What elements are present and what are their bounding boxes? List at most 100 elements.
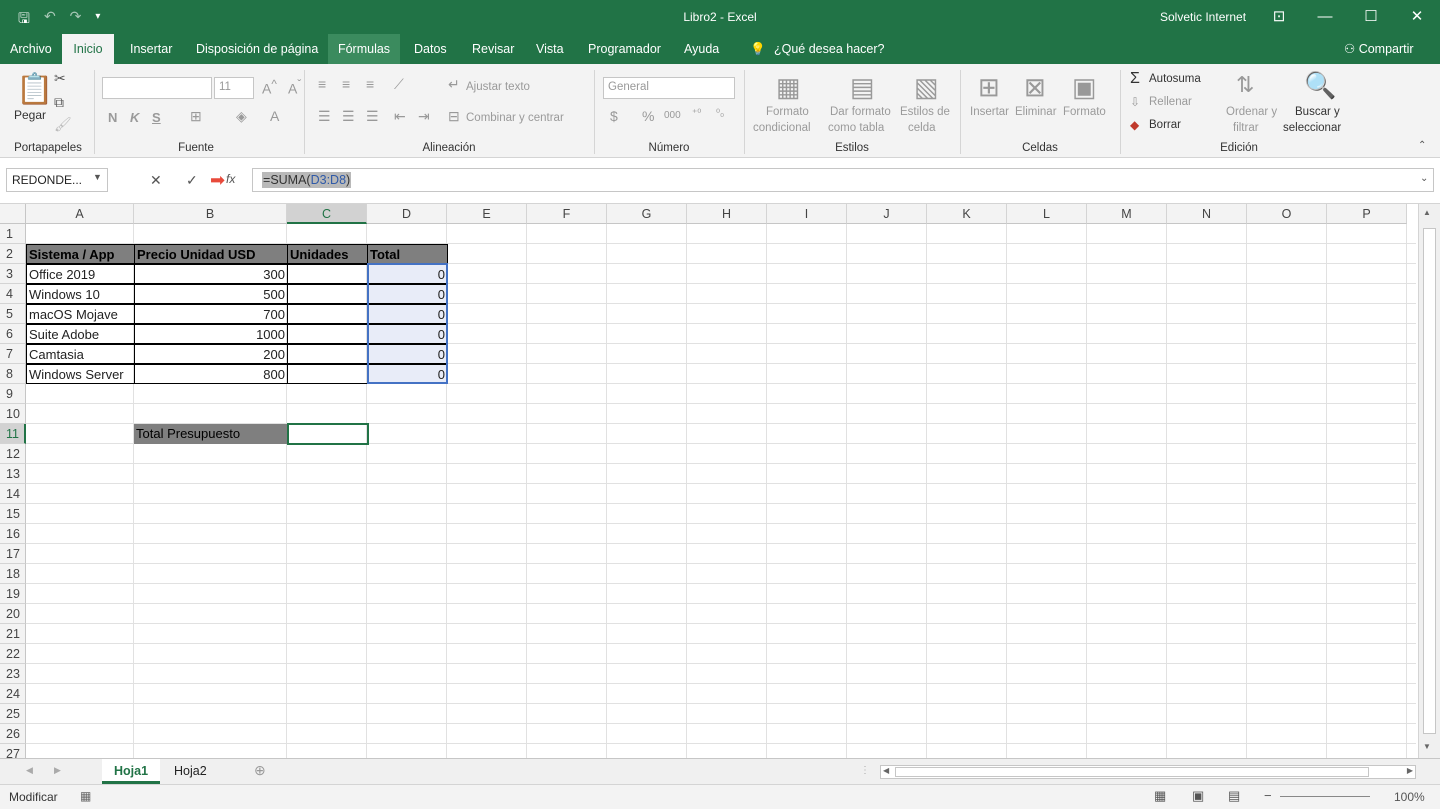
- cell-styles-line1[interactable]: Estilos de: [900, 106, 950, 118]
- cancel-icon[interactable]: ✕: [150, 172, 162, 189]
- eraser-icon[interactable]: ◆: [1130, 118, 1139, 132]
- paste-button[interactable]: Pegar: [14, 108, 46, 122]
- row-header-14[interactable]: 14: [0, 484, 26, 504]
- sort-filter-line2[interactable]: filtrar: [1233, 122, 1259, 134]
- find-select-line2[interactable]: seleccionar: [1283, 122, 1341, 134]
- clear-button[interactable]: Borrar: [1149, 119, 1181, 131]
- decrease-decimal-icon[interactable]: ⁰₀: [716, 108, 724, 119]
- collapse-ribbon-icon[interactable]: ⌃: [1418, 140, 1426, 151]
- cell-price[interactable]: 1000: [134, 324, 288, 344]
- column-header-d[interactable]: D: [367, 204, 447, 224]
- tab-programador[interactable]: Programador: [580, 34, 669, 64]
- share-button[interactable]: ⚇ Compartir: [1336, 34, 1422, 64]
- normal-view-icon[interactable]: ▦: [1154, 788, 1166, 804]
- cell-app[interactable]: macOS Mojave: [26, 304, 135, 324]
- formula-input[interactable]: =SUMA(D3:D8): [252, 168, 1434, 192]
- vertical-scrollbar[interactable]: ▲ ▼: [1418, 204, 1440, 758]
- row-header-9[interactable]: 9: [0, 384, 26, 404]
- tell-me-search[interactable]: ¿Qué desea hacer?: [766, 34, 893, 64]
- fill-color-icon[interactable]: ◈: [236, 108, 247, 125]
- zoom-out-icon[interactable]: −: [1264, 788, 1272, 803]
- row-header-1[interactable]: 1: [0, 224, 26, 244]
- increase-decimal-icon[interactable]: ⁺⁰: [692, 108, 701, 119]
- column-header-o[interactable]: O: [1247, 204, 1327, 224]
- increase-indent-icon[interactable]: ⇥: [418, 108, 430, 125]
- header-units[interactable]: Unidades: [287, 244, 368, 264]
- maximize-icon[interactable]: ☐: [1348, 4, 1394, 30]
- cell-price[interactable]: 300: [134, 264, 288, 284]
- column-header-a[interactable]: A: [26, 204, 134, 224]
- cell-units[interactable]: [287, 324, 368, 344]
- find-select-line1[interactable]: Buscar y: [1295, 106, 1340, 118]
- tab-split-handle-icon[interactable]: ⋮: [860, 765, 870, 776]
- format-painter-icon[interactable]: 🖌: [54, 116, 72, 133]
- currency-icon[interactable]: $: [610, 108, 618, 124]
- enter-icon[interactable]: ✓: [186, 172, 198, 189]
- row-header-15[interactable]: 15: [0, 504, 26, 524]
- font-color-icon[interactable]: A: [270, 108, 279, 124]
- merge-center-icon[interactable]: ⊟: [448, 108, 460, 125]
- tab-revisar[interactable]: Revisar: [464, 34, 522, 64]
- cell-app[interactable]: Windows Server: [26, 364, 135, 384]
- row-header-3[interactable]: 3: [0, 264, 26, 284]
- sort-filter-line1[interactable]: Ordenar y: [1226, 106, 1277, 118]
- tab-inicio[interactable]: Inicio: [62, 34, 114, 64]
- delete-cells-icon[interactable]: ⊠: [1024, 72, 1046, 103]
- row-header-10[interactable]: 10: [0, 404, 26, 424]
- row-header-24[interactable]: 24: [0, 684, 26, 704]
- row-header-27[interactable]: 27: [0, 744, 26, 758]
- row-header-13[interactable]: 13: [0, 464, 26, 484]
- delete-cells-button[interactable]: Eliminar: [1015, 106, 1057, 118]
- row-header-18[interactable]: 18: [0, 564, 26, 584]
- tab-archivo[interactable]: Archivo: [2, 34, 60, 64]
- row-header-11[interactable]: 11: [0, 424, 26, 444]
- zoom-level[interactable]: 100%: [1394, 790, 1425, 804]
- header-total[interactable]: Total: [367, 244, 448, 264]
- underline-button[interactable]: S: [152, 110, 161, 125]
- header-app[interactable]: Sistema / App: [26, 244, 135, 264]
- fill-button[interactable]: Rellenar: [1149, 96, 1192, 108]
- tab-disposicion[interactable]: Disposición de página: [188, 34, 326, 64]
- page-break-view-icon[interactable]: ▤: [1228, 788, 1240, 804]
- row-header-23[interactable]: 23: [0, 664, 26, 684]
- format-cells-icon[interactable]: ▣: [1072, 72, 1097, 103]
- italic-button[interactable]: K: [130, 110, 139, 125]
- insert-function-icon[interactable]: fx: [226, 172, 235, 186]
- column-header-p[interactable]: P: [1327, 204, 1407, 224]
- row-header-8[interactable]: 8: [0, 364, 26, 384]
- search-icon[interactable]: 🔍: [1304, 70, 1336, 101]
- cell-price[interactable]: 800: [134, 364, 288, 384]
- user-name[interactable]: Solvetic Internet: [1160, 10, 1246, 24]
- bold-button[interactable]: N: [108, 110, 117, 125]
- comma-style-icon[interactable]: 000: [664, 110, 681, 121]
- format-cells-button[interactable]: Formato: [1063, 106, 1106, 118]
- cell-app[interactable]: Camtasia: [26, 344, 135, 364]
- sheet-tab-hoja1[interactable]: Hoja1: [102, 759, 161, 784]
- cell-app[interactable]: Suite Adobe: [26, 324, 135, 344]
- cell-styles-icon[interactable]: ▧: [914, 72, 939, 103]
- row-header-25[interactable]: 25: [0, 704, 26, 724]
- cell-units[interactable]: [287, 264, 368, 284]
- minimize-icon[interactable]: —: [1302, 4, 1348, 30]
- tab-insertar[interactable]: Insertar: [122, 34, 180, 64]
- add-sheet-icon[interactable]: ⊕: [254, 762, 266, 779]
- cell-app[interactable]: Office 2019: [26, 264, 135, 284]
- cell-units[interactable]: [287, 364, 368, 384]
- row-header-4[interactable]: 4: [0, 284, 26, 304]
- autosum-icon[interactable]: Σ: [1130, 70, 1140, 88]
- row-header-16[interactable]: 16: [0, 524, 26, 544]
- cell-units[interactable]: [287, 284, 368, 304]
- align-center-icon[interactable]: ☰: [342, 108, 355, 125]
- align-left-icon[interactable]: ☰: [318, 108, 331, 125]
- page-layout-view-icon[interactable]: ▣: [1192, 788, 1204, 804]
- decrease-indent-icon[interactable]: ⇤: [394, 108, 406, 125]
- column-header-k[interactable]: K: [927, 204, 1007, 224]
- font-name-box[interactable]: [102, 77, 212, 99]
- name-box-dropdown-icon[interactable]: ▼: [93, 172, 102, 182]
- scroll-down-icon[interactable]: ▼: [1423, 742, 1431, 751]
- column-header-h[interactable]: H: [687, 204, 767, 224]
- cell-price[interactable]: 200: [134, 344, 288, 364]
- column-header-n[interactable]: N: [1167, 204, 1247, 224]
- row-header-7[interactable]: 7: [0, 344, 26, 364]
- conditional-format-line2[interactable]: condicional: [753, 122, 811, 134]
